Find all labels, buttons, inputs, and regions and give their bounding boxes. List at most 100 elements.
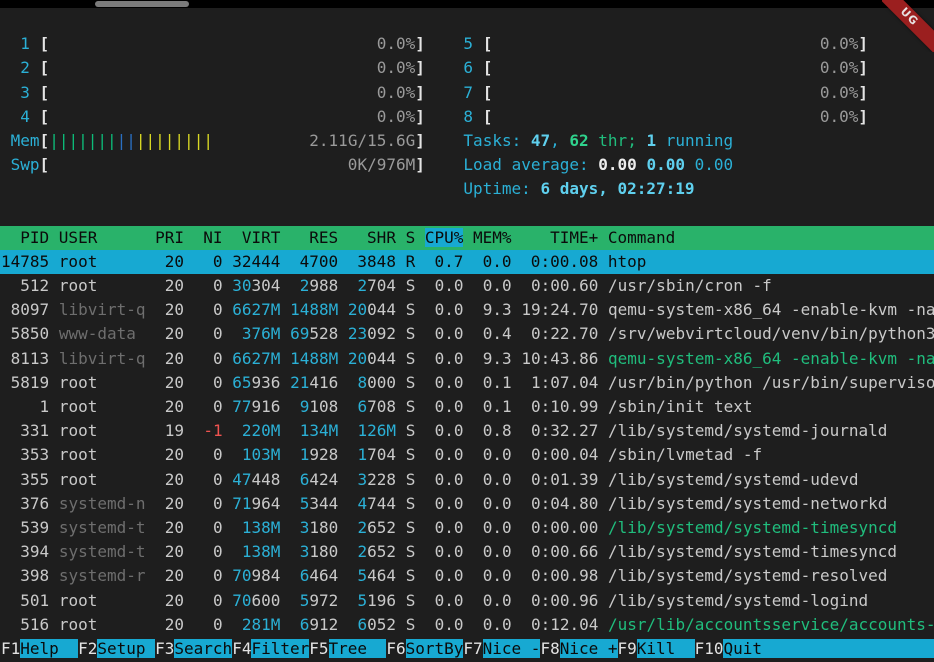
fkey-label-F9[interactable]: Kill [637,639,695,658]
load-average-label: Load average: [463,155,598,174]
cell-command: /sbin/lvmetad -f [608,445,762,464]
cell-time: 0:12.04 [521,615,598,634]
cell-cpu: 0.0 [425,615,464,634]
cell-ni: 0 [194,591,223,610]
cell-command: /srv/webvirtcloud/venv/bin/python3 [608,324,934,343]
fkey-F9[interactable]: F9 [618,639,637,658]
cell-cpu: 0.0 [425,397,464,416]
column-headers[interactable]: PID USER PRI NI VIRT RES SHR S [1,228,425,247]
process-row-331[interactable]: 331 root 19 -1 220M 134M 126M S 0.0 0.8 … [0,419,934,443]
cell-user: libvirt-q [59,349,146,368]
fkey-F8[interactable]: F8 [540,639,559,658]
process-row-5850[interactable]: 5850 www-data 20 0 376M 69528 23092 S 0.… [0,322,934,346]
cell-cpu: 0.0 [425,591,464,610]
cell-pid: 8113 [1,349,49,368]
cell-user: www-data [59,324,146,343]
fkey-label-F7[interactable]: Nice - [483,639,541,658]
column-headers[interactable]: MEM% TIME+ Command [463,228,675,247]
cell-state: S [406,445,416,464]
process-row-501[interactable]: 501 root 20 0 70600 5972 5196 S 0.0 0.0 … [0,589,934,613]
cell-ni: 0 [194,397,223,416]
process-row-398[interactable]: 398 systemd-r 20 0 70984 6464 5464 S 0.0… [0,564,934,588]
fkey-F6[interactable]: F6 [386,639,405,658]
cell-mem: 0.1 [473,373,512,392]
window-tab[interactable] [95,1,189,7]
cell-mem: 0.0 [473,615,512,634]
cell-time: 0:10.99 [521,397,598,416]
cell-pri: 20 [155,300,184,319]
cpu-meter-label: 8 [463,107,473,126]
fkey-F1[interactable]: F1 [1,639,20,658]
cell-user: root [59,470,146,489]
process-row-539[interactable]: 539 systemd-t 20 0 138M 3180 2652 S 0.0 … [0,516,934,540]
fkey-F10[interactable]: F10 [695,639,724,658]
process-row-512[interactable]: 512 root 20 0 30304 2988 2704 S 0.0 0.0 … [0,274,934,298]
fkey-label-F1[interactable]: Help [20,639,78,658]
fkey-F4[interactable]: F4 [232,639,251,658]
swap-meter-value: 0K/976M [49,155,415,174]
process-row-353[interactable]: 353 root 20 0 103M 1928 1704 S 0.0 0.0 0… [0,443,934,467]
cell-mem: 0.0 [473,566,512,585]
mem-bar-used: ||||||| [49,131,116,150]
cell-cpu: 0.0 [425,445,464,464]
cpu-meter-value: 0.0% [49,83,415,102]
cell-ni: 0 [194,300,223,319]
cell-cpu: 0.0 [425,566,464,585]
cell-pri: 20 [155,542,184,561]
cell-pid: 539 [1,518,49,537]
cell-user: systemd-t [59,518,146,537]
function-key-bar[interactable]: F1Help F2Setup F3SearchF4FilterF5Tree F6… [0,637,934,661]
process-row-8097[interactable]: 8097 libvirt-q 20 0 6627M 1488M 20044 S … [0,298,934,322]
cell-command: qemu-system-x86_64 -enable-kvm -na [608,349,934,368]
uptime-row: Uptime: 6 days, 02:27:19 [0,177,934,201]
cell-ni: 0 [194,494,223,513]
fkey-F2[interactable]: F2 [78,639,97,658]
cpu-meter-row-4: 4 [ 0.0%] 8 [ 0.0%] [0,105,934,129]
cell-time: 0:00.96 [521,591,598,610]
cell-command: /lib/systemd/systemd-networkd [608,494,887,513]
swap-meter-row: Swp[ 0K/976M] Load average: 0.00 0.00 0.… [0,153,934,177]
process-row-1[interactable]: 1 root 20 0 77916 9108 6708 S 0.0 0.1 0:… [0,395,934,419]
cpu-meter-label: 3 [20,83,30,102]
sort-column-header[interactable]: CPU% [425,228,464,247]
cpu-meter-value: 0.0% [492,83,858,102]
fkey-F3[interactable]: F3 [155,639,174,658]
fkey-F5[interactable]: F5 [309,639,328,658]
fkey-F7[interactable]: F7 [463,639,482,658]
cell-pri: 20 [155,518,184,537]
fkey-label-F3[interactable]: Search [174,639,232,658]
cell-pid: 8097 [1,300,49,319]
process-row-394[interactable]: 394 systemd-t 20 0 138M 3180 2652 S 0.0 … [0,540,934,564]
fkey-label-F8[interactable]: Nice + [560,639,618,658]
fkey-label-F10[interactable]: Quit [723,639,781,658]
process-row-5819[interactable]: 5819 root 20 0 65936 21416 8000 S 0.0 0.… [0,371,934,395]
cell-pri: 19 [155,421,184,440]
mem-meter-value: 2.11G/15.6G [309,131,415,150]
cell-user: systemd-t [59,542,146,561]
cell-time: 0:04.80 [521,494,598,513]
cell-ni: 0 [194,566,223,585]
cell-pid: 398 [1,566,49,585]
cpu-meter-label: 2 [20,58,30,77]
cell-user: root [59,591,146,610]
process-row-355[interactable]: 355 root 20 0 47448 6424 3228 S 0.0 0.0 … [0,468,934,492]
process-row-516[interactable]: 516 root 20 0 281M 6912 6052 S 0.0 0.0 0… [0,613,934,637]
process-row-14785[interactable]: 14785 root 20 0 32444 4700 3848 R 0.7 0.… [0,250,934,274]
mem-bar-buffers: || [117,131,136,150]
fkey-label-F4[interactable]: Filter [251,639,309,658]
cell-time: 1:07.04 [521,373,598,392]
cell-command: /usr/sbin/cron -f [608,276,772,295]
cell-pid: 5850 [1,324,49,343]
running-label: running [656,131,733,150]
fkey-label-F5[interactable]: Tree [329,639,387,658]
process-row-8113[interactable]: 8113 libvirt-q 20 0 6627M 1488M 20044 S … [0,347,934,371]
table-header[interactable]: PID USER PRI NI VIRT RES SHR S CPU% MEM%… [0,226,934,250]
cell-pri: 20 [155,615,184,634]
process-row-376[interactable]: 376 systemd-n 20 0 71964 5344 4744 S 0.0… [0,492,934,516]
cell-command: /sbin/init text [608,397,753,416]
fkey-label-F2[interactable]: Setup [97,639,155,658]
cell-time: 0:22.70 [521,324,598,343]
cell-mem: 9.3 [473,349,512,368]
fkey-label-F6[interactable]: SortBy [406,639,464,658]
cell-pid: 1 [1,397,49,416]
